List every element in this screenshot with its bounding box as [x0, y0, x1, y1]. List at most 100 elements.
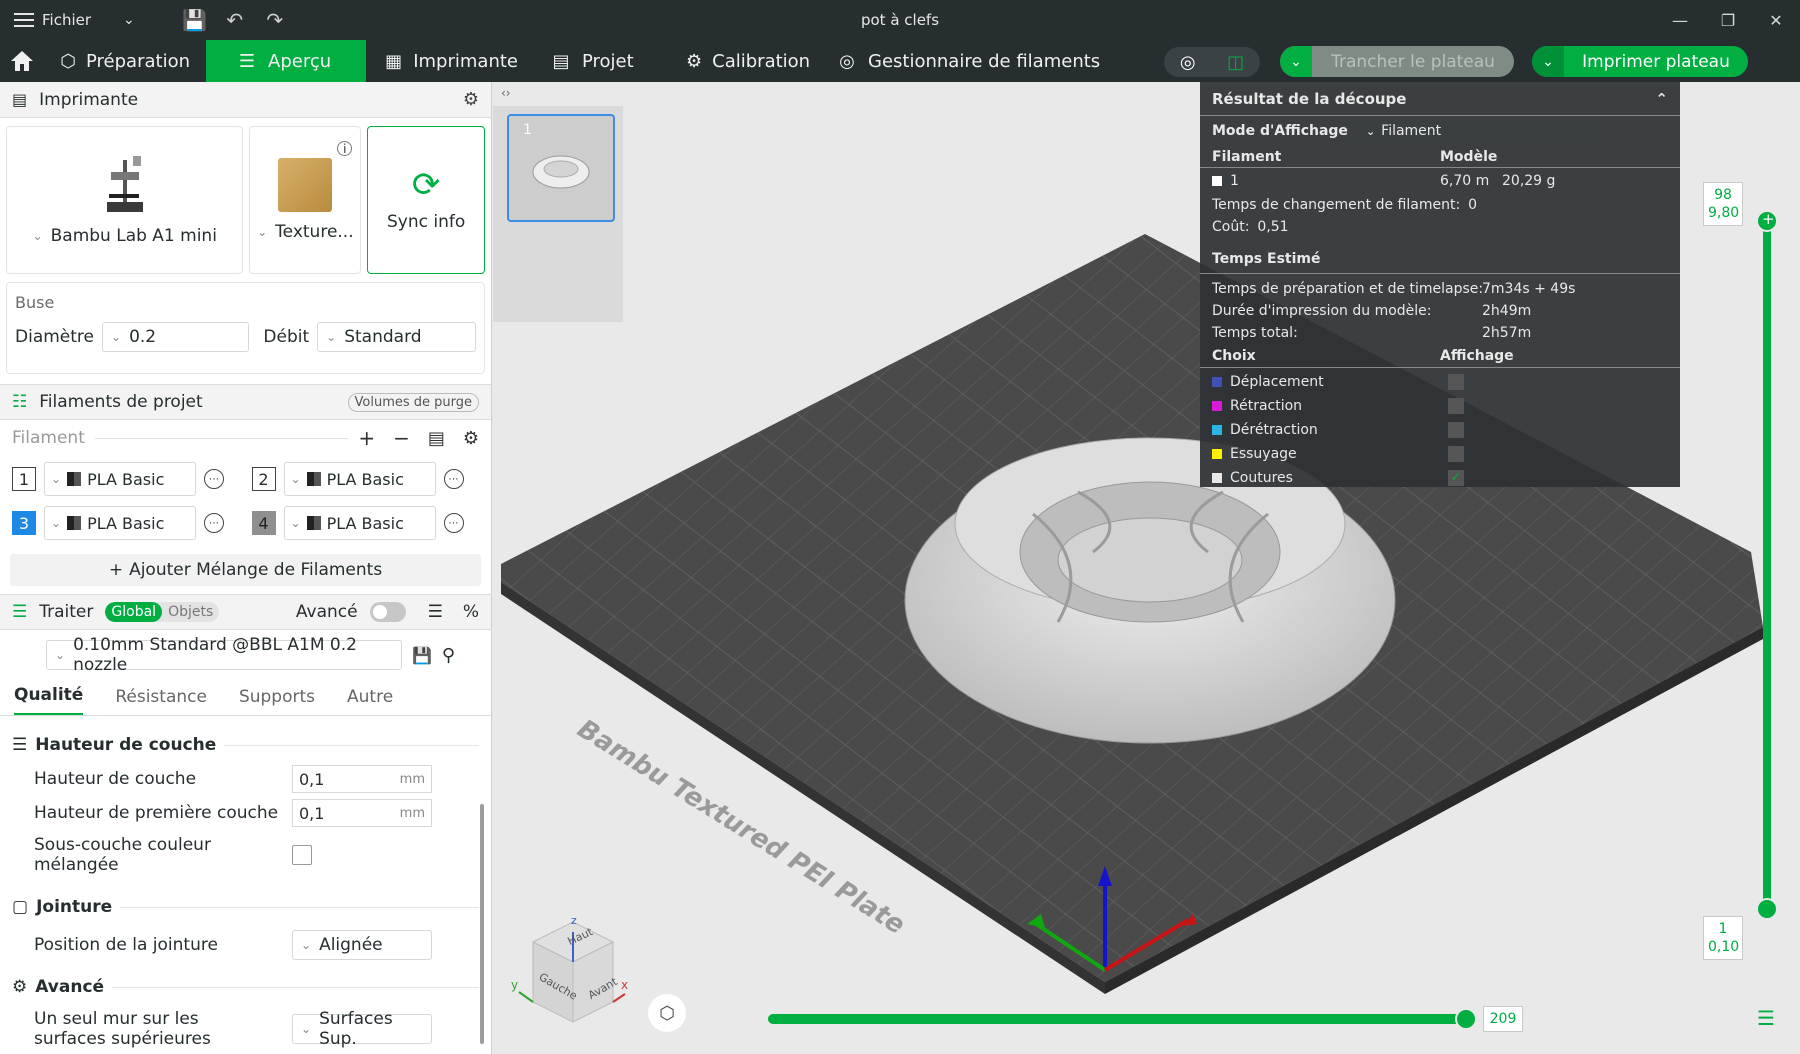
first-layer-height-input[interactable]: 0,1 mm — [292, 799, 432, 827]
view-cube[interactable]: Haut Gauche Avant z y x — [511, 912, 631, 1032]
diameter-select[interactable]: ⌄ 0.2 — [102, 322, 250, 352]
seams-checkbox[interactable]: ✓ — [1448, 470, 1464, 486]
more-icon[interactable]: ⋯ — [204, 469, 224, 489]
first-layer-height-row: Hauteur de première couche 0,1 mm — [0, 796, 491, 830]
tab-calibration[interactable]: ⚙ Calibration — [670, 40, 820, 82]
print-plate-button[interactable]: ⌄ Imprimer plateau — [1532, 46, 1748, 77]
option-label: Déplacement — [1230, 374, 1324, 390]
gear-icon[interactable]: ⚙ — [463, 89, 479, 110]
close-icon[interactable]: ✕ — [1752, 0, 1800, 40]
tab-project[interactable]: ▤ Projet — [534, 40, 670, 82]
mixed-sublayer-checkbox[interactable] — [292, 845, 312, 865]
advanced-toggle[interactable] — [369, 602, 406, 622]
layer-top-handle[interactable]: + — [1756, 210, 1778, 232]
layers-icon[interactable]: ☰ — [1757, 1006, 1775, 1030]
sync-info-button[interactable]: ⟳ Sync info — [367, 126, 485, 274]
save-icon[interactable]: 💾 — [175, 0, 215, 40]
3d-viewport[interactable]: ‹› 1 Bambu Textured PEI Plate Haut Gauch… — [493, 82, 1800, 1054]
home-button[interactable] — [0, 40, 44, 82]
filament-number[interactable]: 1 — [12, 467, 36, 491]
filament-number[interactable]: 2 — [251, 467, 276, 491]
printer-model-card[interactable]: ⌄ Bambu Lab A1 mini — [6, 126, 244, 274]
layer-height-input[interactable]: 0,1 mm — [292, 765, 432, 793]
add-icon[interactable]: + — [358, 426, 375, 450]
slice-plate-button[interactable]: ⌄ Trancher le plateau — [1280, 46, 1514, 77]
process-profile-select[interactable]: ⌄ 0.10mm Standard @BBL A1M 0.2 nozzle — [46, 635, 402, 675]
list-icon[interactable]: ☰ — [428, 602, 443, 622]
deretraction-checkbox[interactable] — [1448, 422, 1464, 438]
scope-objects[interactable]: Objets — [162, 602, 219, 622]
diameter-value: 0.2 — [129, 327, 157, 347]
purge-volumes-button[interactable]: Volumes de purge — [347, 392, 479, 412]
tab-preview[interactable]: ☰ Aperçu — [206, 40, 366, 82]
chevron-down-icon[interactable]: ⌄ — [1280, 46, 1312, 77]
tab-supports[interactable]: Supports — [239, 687, 315, 715]
slice-result-panel: Résultat de la découpe ⌃ Mode d'Affichag… — [1200, 82, 1680, 487]
retraction-checkbox[interactable] — [1448, 398, 1464, 414]
undo-icon[interactable]: ↶ — [215, 0, 255, 40]
tab-strength[interactable]: Résistance — [115, 687, 207, 715]
remove-icon[interactable]: − — [393, 426, 410, 450]
layout-icon[interactable]: ◫ — [1227, 52, 1244, 73]
travel-checkbox[interactable] — [1448, 374, 1464, 390]
info-icon[interactable]: i — [337, 141, 353, 156]
minimize-icon[interactable]: — — [1656, 0, 1704, 40]
move-slider-handle[interactable] — [1455, 1008, 1477, 1030]
spiral-icon[interactable]: ◎ — [1180, 52, 1196, 73]
scope-global[interactable]: Global — [105, 602, 163, 622]
chevron-down-icon: ⌄ — [257, 225, 268, 239]
filaments-section-title: Filaments de projet — [39, 392, 203, 412]
collapse-icon[interactable]: ⌃ — [1655, 90, 1668, 108]
more-icon[interactable]: ⋯ — [443, 469, 464, 489]
more-icon[interactable]: ⋯ — [204, 513, 224, 533]
filament-select[interactable]: ⌄ PLA Basic — [44, 462, 196, 496]
plate-type-card[interactable]: i ⌄ Texture... — [249, 126, 362, 274]
filament-number[interactable]: 4 — [251, 511, 276, 535]
flow-select[interactable]: ⌄ Standard — [317, 322, 476, 352]
seam-position-row: Position de la jointure ⌄ Alignée — [0, 924, 491, 966]
tab-other[interactable]: Autre — [347, 687, 393, 715]
tab-printer[interactable]: ▦ Imprimante — [366, 40, 534, 82]
compare-icon[interactable]: % — [463, 602, 479, 622]
seam-position-label: Position de la jointure — [34, 935, 218, 955]
save-icon[interactable]: 💾 — [412, 646, 432, 665]
main-toolbar: ⬡ Préparation ☰ Aperçu ▦ Imprimante ▤ Pr… — [0, 40, 1800, 82]
seam-position-select[interactable]: ⌄ Alignée — [292, 930, 432, 960]
mixed-sublayer-label: Sous-couche couleur mélangée — [34, 835, 211, 875]
filament-select[interactable]: ⌄ PLA Basic — [283, 506, 436, 540]
option-label: Essuyage — [1230, 446, 1297, 462]
sync-ams-icon[interactable]: ▤ — [428, 428, 445, 449]
move-slider-track[interactable] — [768, 1014, 1466, 1024]
layer-bottom-handle[interactable] — [1756, 898, 1778, 920]
scope-switch[interactable]: Global Objets — [105, 602, 220, 622]
file-menu[interactable]: Fichier ⌄ — [0, 0, 135, 40]
filament-select[interactable]: ⌄ PLA Basic — [44, 506, 196, 540]
filament-number[interactable]: 3 — [12, 511, 36, 535]
tab-filament-manager[interactable]: ◎ Gestionnaire de filaments — [820, 40, 1116, 82]
tab-quality[interactable]: Qualité — [14, 685, 84, 715]
fit-view-button[interactable]: ⬡ — [648, 994, 686, 1032]
display-mode-select[interactable]: ⌄ Filament — [1357, 119, 1588, 143]
chevron-down-icon[interactable]: ⌄ — [1532, 46, 1564, 77]
view-toggle[interactable]: ◎ ◫ — [1164, 47, 1260, 77]
wipe-checkbox[interactable] — [1448, 446, 1464, 462]
axis-y-label: y — [511, 978, 519, 992]
redo-icon[interactable]: ↷ — [255, 0, 295, 40]
chevron-down-icon: ⌄ — [51, 472, 62, 486]
gear-icon[interactable]: ⚙ — [463, 428, 479, 449]
single-wall-select[interactable]: ⌄ Surfaces Sup. — [292, 1009, 432, 1049]
layer-slider-track[interactable] — [1763, 220, 1771, 910]
tab-preparation[interactable]: ⬡ Préparation — [44, 40, 206, 82]
filament-select[interactable]: ⌄ PLA Basic — [283, 462, 436, 496]
restore-icon[interactable]: ❐ — [1704, 0, 1752, 40]
filament-length: 6,70 m — [1440, 173, 1490, 189]
advanced-group: ⚙ Avancé — [0, 970, 491, 1004]
printer-icon: ▤ — [12, 90, 28, 109]
search-icon[interactable]: ⚲ — [442, 645, 455, 666]
first-layer-height-value: 0,1 — [299, 803, 325, 823]
layer-bottom-height: 0,10 — [1708, 939, 1740, 955]
add-filament-mix-button[interactable]: + Ajouter Mélange de Filaments — [10, 554, 481, 586]
more-icon[interactable]: ⋯ — [443, 513, 464, 533]
panel-scrollbar[interactable] — [480, 804, 484, 1044]
flow-label: Débit — [263, 327, 310, 347]
